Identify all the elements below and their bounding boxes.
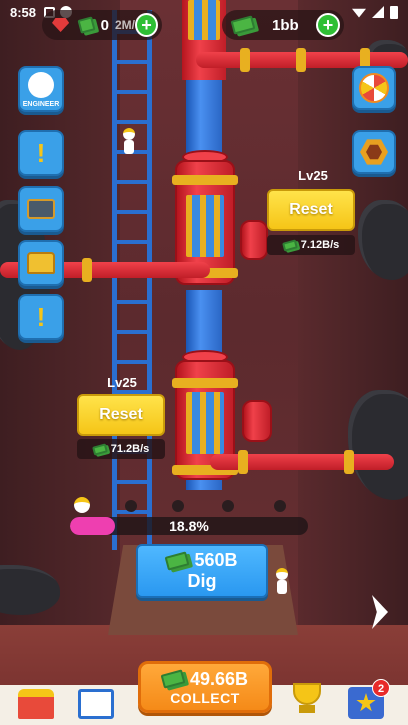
wifi-icon	[352, 8, 366, 18]
treasure-chest-icon	[27, 252, 55, 274]
rate-value: 7.12B/s	[300, 239, 340, 251]
player-avatar	[74, 497, 90, 513]
cash-counter: 1bb +	[222, 10, 344, 40]
engineer-icon	[28, 72, 54, 98]
cash-icon	[230, 15, 256, 35]
cash-icon	[77, 16, 97, 34]
collect-button[interactable]: 49.66B COLLECT	[138, 661, 272, 713]
battery-icon	[390, 5, 398, 19]
star-reward-icon[interactable]: 2	[348, 679, 390, 719]
dig-amount: 560B	[194, 550, 238, 570]
reset-button[interactable]: Reset	[267, 189, 355, 231]
collect-label: COLLECT	[170, 689, 240, 706]
engineer-label: ENGINEER	[22, 101, 60, 108]
progress-label: 18.8%	[169, 518, 209, 534]
station-rate: 71.2B/s	[77, 439, 165, 459]
trophy-icon[interactable]	[290, 683, 324, 719]
hexagon-button[interactable]	[352, 130, 396, 174]
add-gems-button[interactable]: +	[134, 13, 159, 37]
cash-icon	[165, 550, 190, 571]
station-rate: 7.12B/s	[267, 235, 355, 255]
cash-count: 1bb	[272, 16, 299, 34]
gem-count: 0	[100, 16, 109, 34]
dig-progress-bar: 18.8%	[70, 517, 308, 535]
gem-counter: 0 2M/ +	[42, 10, 162, 40]
worker-digging	[275, 568, 289, 594]
gem-icon	[52, 18, 70, 32]
exclamation-icon: !	[36, 137, 46, 168]
cash-rate-partial: 2M/	[114, 18, 135, 32]
dig-button[interactable]: 560B Dig	[136, 544, 268, 598]
add-cash-button[interactable]: +	[316, 13, 340, 37]
locked-avatar	[172, 500, 184, 512]
alert-button[interactable]: !	[18, 130, 64, 176]
treasure-button[interactable]	[18, 240, 64, 286]
wheel-icon	[359, 73, 389, 103]
status-time: 8:58	[10, 4, 37, 20]
hexagon-icon	[360, 139, 388, 165]
locked-avatar	[274, 500, 286, 512]
notification-badge: 2	[372, 679, 390, 697]
locked-avatar	[125, 500, 137, 512]
engineer-button[interactable]: ENGINEER	[18, 66, 64, 112]
signal-icon	[372, 6, 384, 18]
station-level: Lv25	[298, 168, 328, 183]
reset-button[interactable]: Reset	[77, 394, 165, 436]
locked-avatar	[222, 500, 234, 512]
toolbox-icon	[27, 199, 55, 219]
collect-amount: 49.66B	[189, 668, 249, 689]
shop-icon[interactable]	[18, 689, 54, 719]
station-level: Lv25	[107, 375, 137, 390]
exclamation-icon: !	[36, 301, 46, 332]
cash-icon	[91, 442, 108, 456]
toolbox-button[interactable]	[18, 186, 64, 232]
worker-climbing	[122, 128, 136, 154]
dig-label: Dig	[187, 571, 217, 591]
rate-value: 71.2B/s	[110, 443, 150, 455]
lucky-wheel-button[interactable]	[352, 66, 396, 110]
map-icon[interactable]	[78, 689, 114, 719]
cash-icon	[160, 669, 186, 689]
alert-button-secondary[interactable]: !	[18, 294, 64, 340]
cash-icon	[281, 238, 298, 252]
